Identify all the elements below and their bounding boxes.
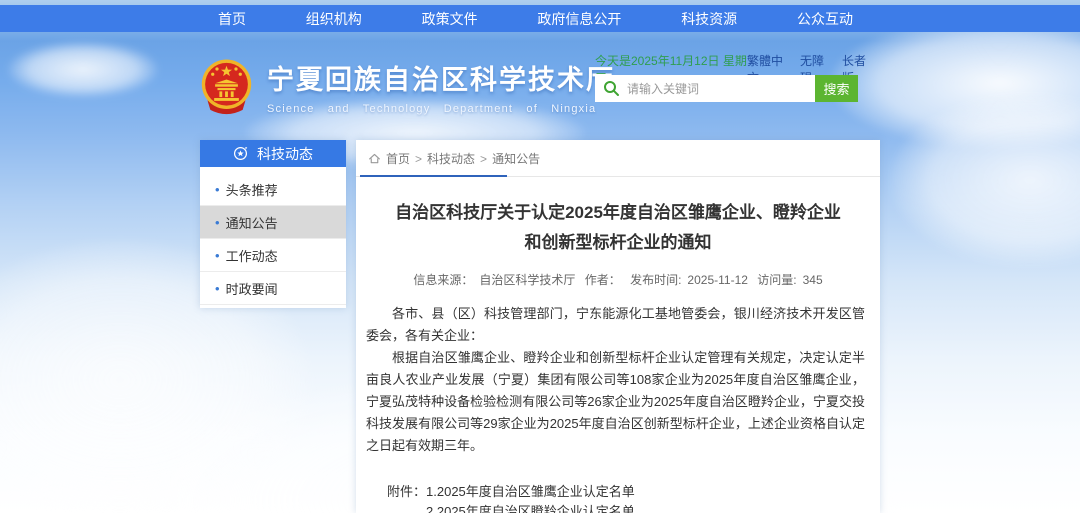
sidebar-title: 科技动态	[257, 144, 313, 164]
attachment-link-eagle-list[interactable]: 1.2025年度自治区雏鹰企业认定名单	[426, 482, 674, 502]
breadcrumb-separator: >	[480, 152, 487, 166]
top-navigation-items: 首页 组织机构 政策文件 政府信息公开 科技资源 公众互动	[218, 5, 853, 32]
attachments-label: 附件：	[387, 482, 426, 513]
meta-publish-value: 2025-11-12	[687, 273, 748, 287]
sidebar-item-label: 通知公告	[226, 213, 278, 232]
nav-item-policy-documents[interactable]: 政策文件	[422, 9, 478, 29]
article-meta: 信息来源： 自治区科学技术厅 作者： 发布时间: 2025-11-12 访问量: 34…	[356, 271, 880, 288]
top-navigation: 首页 组织机构 政策文件 政府信息公开 科技资源 公众互动	[0, 5, 1080, 32]
cloud-decoration	[8, 42, 158, 97]
meta-views-value: 345	[803, 273, 823, 287]
breadcrumb-tech-news[interactable]: 科技动态	[427, 150, 475, 167]
search-bar: 搜索	[595, 75, 858, 102]
nav-item-home[interactable]: 首页	[218, 9, 246, 29]
nav-item-tech-resources[interactable]: 科技资源	[681, 9, 737, 29]
site-title: 宁夏回族自治区科学技术厅	[267, 66, 615, 96]
meta-publish-label: 发布时间:	[630, 273, 681, 287]
site-title-block: 宁夏回族自治区科学技术厅 Science and Technology Depa…	[267, 58, 615, 115]
meta-source-label: 信息来源：	[413, 273, 473, 287]
attachments: 附件： 1.2025年度自治区雏鹰企业认定名单 2.2025年度自治区瞪羚企业认…	[387, 482, 880, 513]
breadcrumb-home[interactable]: 首页	[386, 150, 410, 167]
national-emblem-logo	[198, 58, 255, 120]
star-circle-icon	[233, 146, 248, 161]
meta-author-label: 作者：	[585, 273, 621, 287]
breadcrumb: 首页 > 科技动态 > 通知公告	[356, 140, 880, 176]
breadcrumb-divider	[356, 176, 880, 177]
article-body: 各市、县（区）科技管理部门，宁东能源化工基地管委会，银川经济技术开发区管委会，各…	[366, 303, 865, 458]
sidebar-item-label: 头条推荐	[226, 180, 278, 199]
search-icon	[603, 80, 620, 97]
sidebar: 科技动态 头条推荐 通知公告 工作动态 时政要闻	[200, 140, 346, 308]
article-paragraph: 各市、县（区）科技管理部门，宁东能源化工基地管委会，银川经济技术开发区管委会，各…	[366, 303, 865, 347]
article-paragraph: 根据自治区雏鹰企业、瞪羚企业和创新型标杆企业认定管理有关规定，决定认定半亩良人农…	[366, 347, 865, 457]
breadcrumb-separator: >	[415, 152, 422, 166]
nav-item-organization[interactable]: 组织机构	[306, 9, 362, 29]
search-button[interactable]: 搜索	[815, 75, 858, 102]
sidebar-header-tech-news[interactable]: 科技动态	[200, 140, 346, 167]
attachment-link-gazelle-list[interactable]: 2.2025年度自治区瞪羚企业认定名单	[426, 502, 674, 513]
meta-views-label: 访问量:	[757, 273, 796, 287]
search-input[interactable]	[595, 75, 815, 102]
meta-source-value: 自治区科学技术厅	[479, 273, 575, 287]
site-subtitle: Science and Technology Department of Nin…	[267, 103, 615, 115]
nav-item-gov-info-disclosure[interactable]: 政府信息公开	[537, 9, 621, 29]
sidebar-list: 头条推荐 通知公告 工作动态 时政要闻	[200, 167, 346, 305]
sidebar-item-headline-recommend[interactable]: 头条推荐	[200, 173, 346, 206]
nav-item-public-interaction[interactable]: 公众互动	[797, 9, 853, 29]
sidebar-item-work-dynamics[interactable]: 工作动态	[200, 239, 346, 272]
breadcrumb-current-notices: 通知公告	[492, 150, 540, 167]
article-title: 自治区科技厅关于认定2025年度自治区雏鹰企业、瞪羚企业和创新型标杆企业的通知	[387, 198, 848, 258]
attachments-list: 1.2025年度自治区雏鹰企业认定名单 2.2025年度自治区瞪羚企业认定名单 …	[426, 482, 674, 513]
page: 首页 组织机构 政策文件 政府信息公开 科技资源 公众互动 宁夏	[0, 0, 1080, 513]
sidebar-item-current-politics[interactable]: 时政要闻	[200, 272, 346, 305]
sidebar-item-label: 时政要闻	[226, 279, 278, 298]
home-icon	[368, 152, 381, 165]
site-banner[interactable]: 宁夏回族自治区科学技术厅 Science and Technology Depa…	[198, 58, 615, 120]
sidebar-item-notice-announcement[interactable]: 通知公告	[200, 206, 346, 239]
sidebar-item-label: 工作动态	[226, 246, 278, 265]
main-content-panel: 首页 > 科技动态 > 通知公告 自治区科技厅关于认定2025年度自治区雏鹰企业…	[356, 140, 880, 513]
